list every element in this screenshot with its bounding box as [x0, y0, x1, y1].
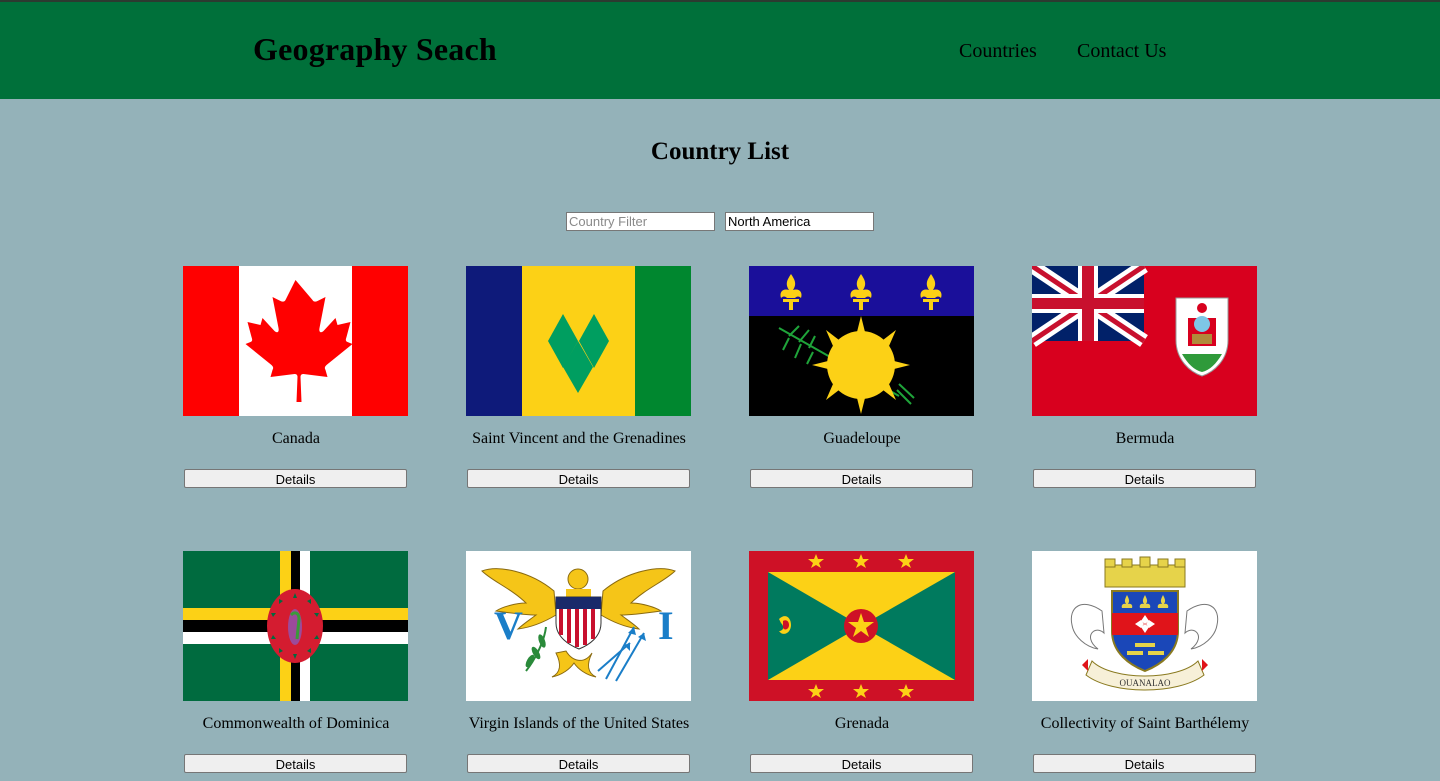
details-button[interactable]: Details — [1033, 469, 1256, 488]
us-virgin-islands-flag-icon: V I — [466, 551, 691, 701]
details-button[interactable]: Details — [467, 469, 690, 488]
svg-text:OUANALAO: OUANALAO — [1120, 678, 1171, 688]
country-name: Virgin Islands of the United States — [468, 715, 690, 732]
top-navbar: Geography Seach Countries Contact Us — [0, 0, 1440, 99]
grenada-flag-icon — [749, 551, 974, 701]
country-filter-input[interactable] — [566, 212, 715, 231]
saint-barthelemy-flag-icon: OUANALAO — [1032, 551, 1257, 701]
bermuda-flag-icon — [1032, 266, 1257, 416]
site-brand[interactable]: Geography Seach — [253, 31, 497, 68]
details-button[interactable]: Details — [184, 469, 407, 488]
nav-link-countries[interactable]: Countries — [959, 40, 1037, 63]
details-button[interactable]: Details — [750, 754, 973, 773]
details-button[interactable]: Details — [467, 754, 690, 773]
country-name: Saint Vincent and the Grenadines — [472, 430, 686, 447]
svg-text:V: V — [494, 603, 523, 648]
saint-vincent-flag-icon — [466, 266, 691, 416]
canada-flag-icon — [183, 266, 408, 416]
country-name: Bermuda — [1115, 430, 1175, 447]
guadeloupe-flag-icon — [749, 266, 974, 416]
details-button[interactable]: Details — [750, 469, 973, 488]
country-name: Grenada — [834, 715, 890, 732]
page-title: Country List — [650, 138, 790, 165]
country-name: Collectivity of Saint Barthélemy — [1040, 715, 1250, 732]
nav-link-contact-us[interactable]: Contact Us — [1077, 40, 1166, 63]
svg-text:I: I — [658, 603, 674, 648]
region-filter-input[interactable] — [725, 212, 874, 231]
details-button[interactable]: Details — [1033, 754, 1256, 773]
dominica-flag-icon — [183, 551, 408, 701]
country-name: Commonwealth of Dominica — [202, 715, 390, 732]
country-name: Guadeloupe — [823, 430, 901, 447]
country-name: Canada — [272, 430, 320, 447]
details-button[interactable]: Details — [184, 754, 407, 773]
